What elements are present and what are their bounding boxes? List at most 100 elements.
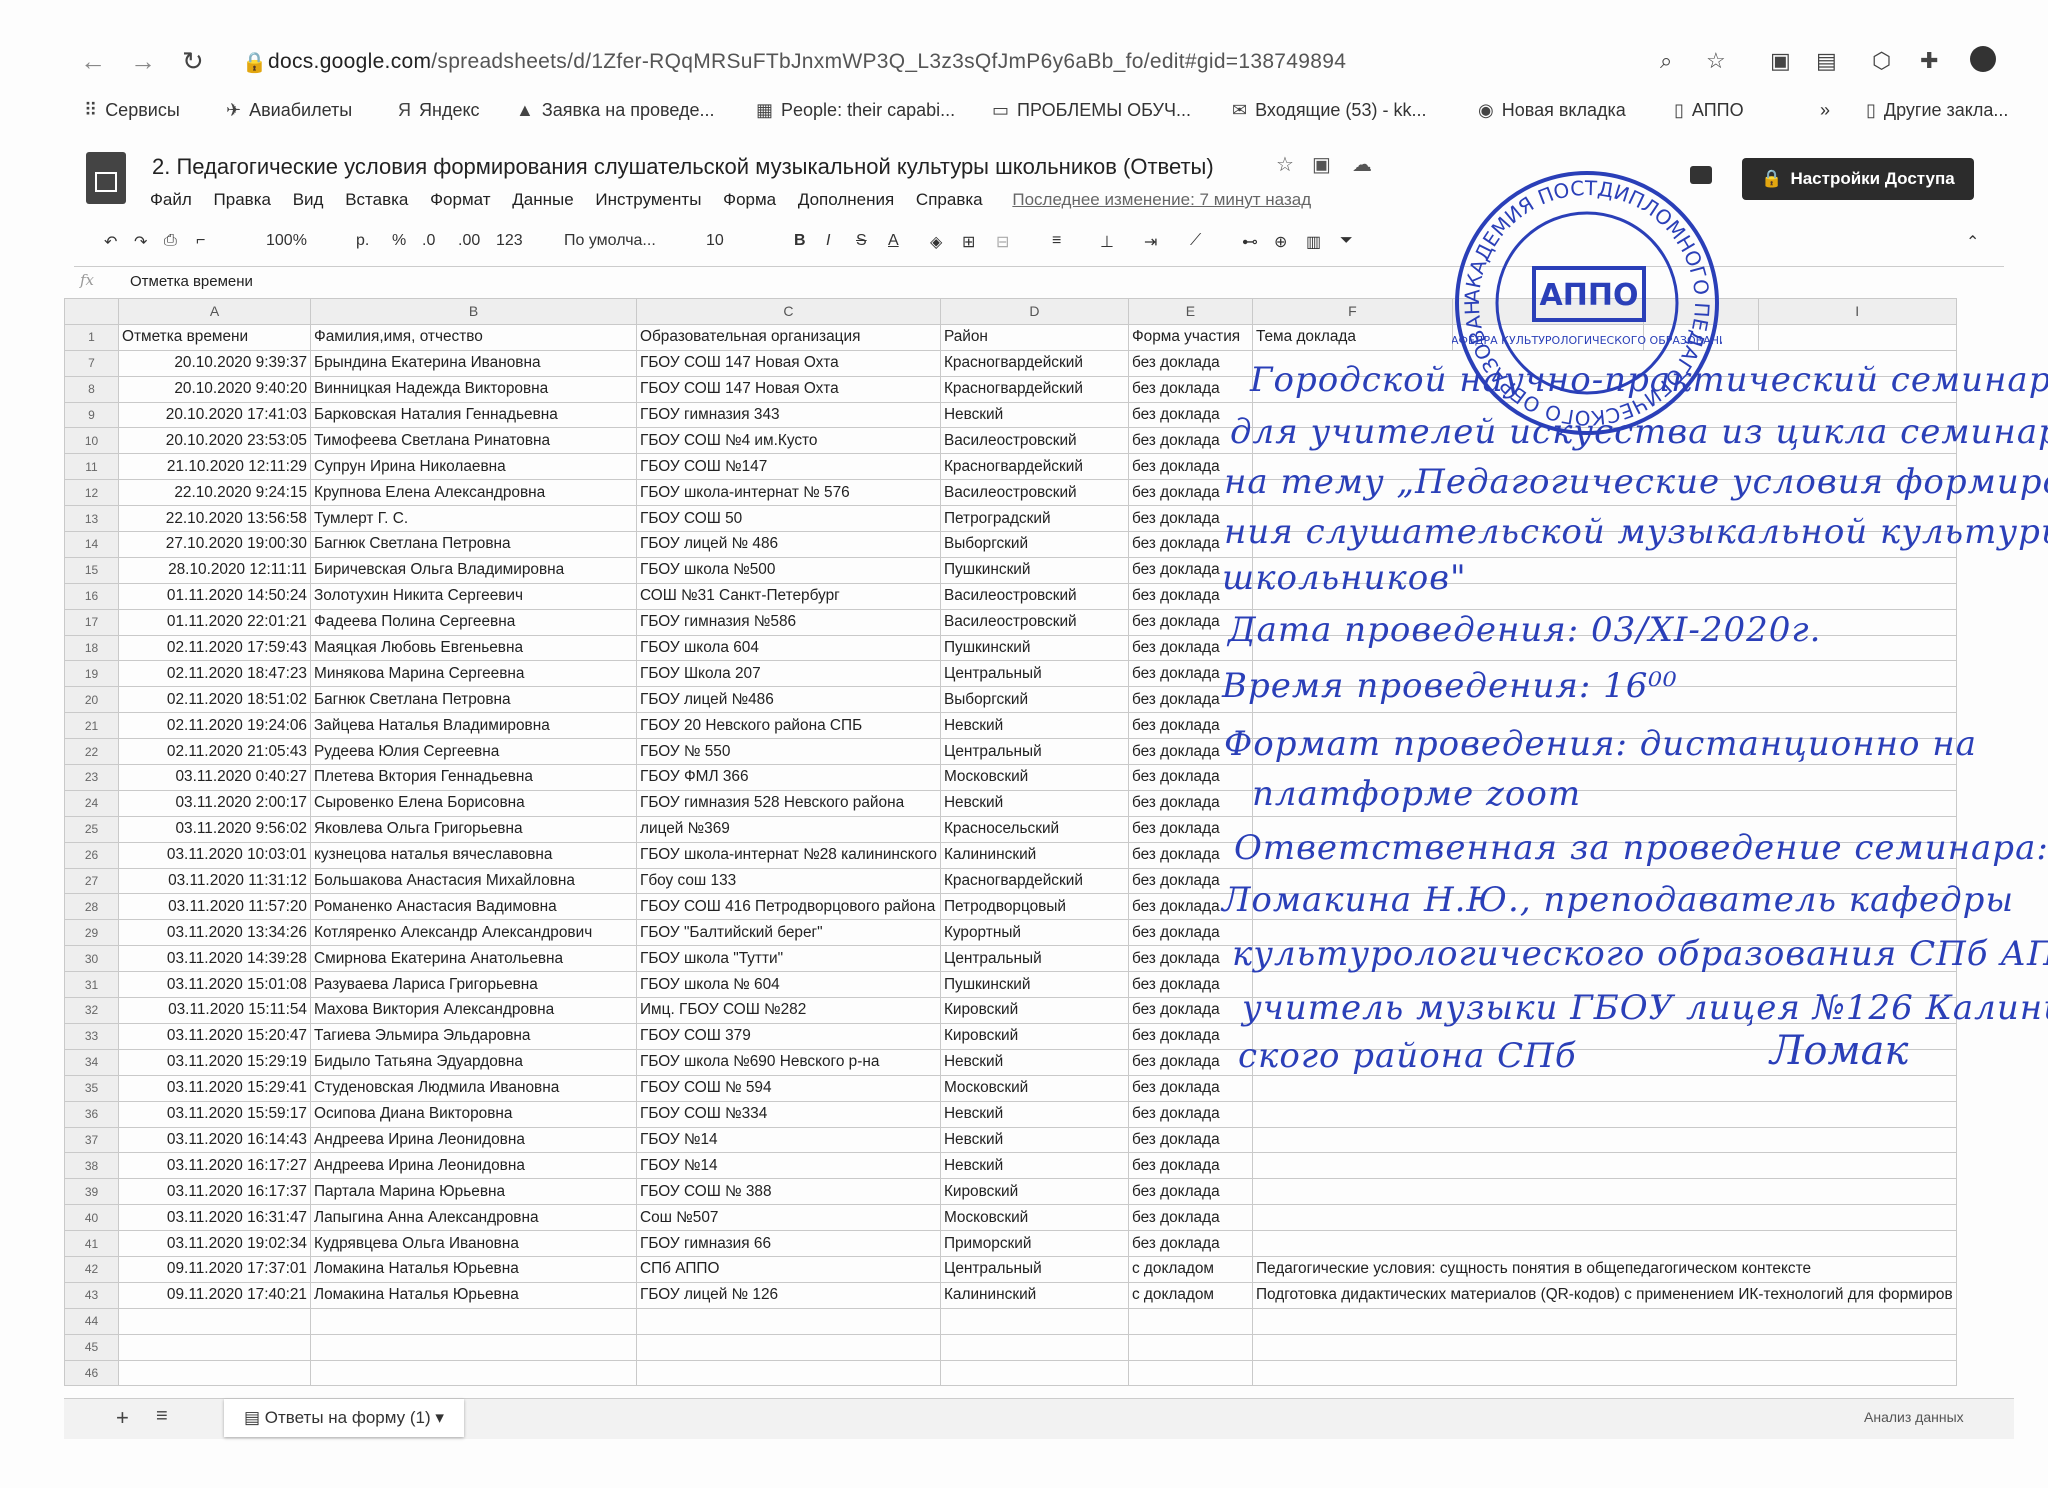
font-size-select[interactable]: 10 [706,232,724,250]
column-header[interactable]: D [939,298,1129,325]
menu-addons[interactable]: Дополнения [798,190,894,209]
topic-cell[interactable] [1251,1204,1957,1232]
menu-tools[interactable]: Инструменты [595,190,701,209]
timestamp-cell[interactable]: 28.10.2020 12:11:11 [118,556,311,584]
row-number[interactable]: 34 [64,1048,119,1076]
timestamp-cell[interactable]: 03.11.2020 10:03:01 [118,841,311,869]
organization-cell[interactable]: ГБОУ школа-интернат №28 калининского [636,841,941,869]
header-cell[interactable]: Форма участия [1127,323,1253,351]
organization-cell[interactable]: ГБОУ СОШ №147 [636,453,941,481]
row-number[interactable]: 41 [64,1230,119,1257]
name-cell[interactable]: Андреева Ирина Леонидовна [310,1126,637,1154]
participation-cell[interactable]: без доклада [1127,1178,1253,1206]
row-number[interactable]: 18 [64,634,119,662]
participation-cell[interactable]: без доклада [1127,997,1253,1024]
timestamp-cell[interactable]: 21.10.2020 12:11:29 [118,453,311,481]
row-number[interactable]: 22 [64,738,119,766]
font-select[interactable]: По умолча... [564,232,656,250]
insert-comment-icon[interactable]: ⊕ [1274,232,1287,252]
name-cell[interactable]: Яковлева Ольга Григорьевна [310,815,637,843]
organization-cell[interactable]: ГБОУ СОШ 147 Новая Охта [636,349,941,377]
timestamp-cell[interactable]: 03.11.2020 19:02:34 [118,1230,311,1257]
timestamp-cell[interactable]: 03.11.2020 15:20:47 [118,1022,311,1050]
organization-cell[interactable]: ГБОУ СОШ 50 [636,505,941,533]
all-sheets-icon[interactable]: ≡ [156,1405,168,1428]
participation-cell[interactable]: без доклада [1127,375,1253,403]
district-cell[interactable]: Петродворцовый [939,893,1129,921]
header-cell[interactable]: Образовательная организация [636,323,941,351]
fill-color-icon[interactable]: ◈ [930,232,942,252]
participation-cell[interactable]: с докладом [1127,1255,1253,1283]
star-icon[interactable]: ☆ [1276,152,1294,177]
name-cell[interactable]: Крупнова Елена Александровна [310,479,637,507]
timestamp-cell[interactable]: 27.10.2020 19:00:30 [118,531,311,558]
row-number[interactable]: 35 [64,1074,119,1102]
name-cell[interactable]: Маяцкая Любовь Евгеньевна [310,634,637,662]
participation-cell[interactable]: без доклада [1127,1230,1253,1257]
format-percent-button[interactable]: % [392,232,406,250]
sheet-tab[interactable]: ▤ Ответы на форму (1) ▾ [224,1399,464,1437]
organization-cell[interactable]: ГБОУ "Балтийский берег" [636,919,941,947]
district-cell[interactable] [939,1359,1129,1387]
row-number[interactable]: 42 [64,1255,119,1283]
organization-cell[interactable]: ГБОУ гимназия 343 [636,401,941,429]
topic-cell[interactable] [1251,1333,1957,1361]
back-icon[interactable]: ← [80,46,106,77]
horizontal-align-icon[interactable]: ≡ [1052,232,1061,250]
name-cell[interactable]: Котляренко Александр Александрович [310,919,637,947]
vertical-align-icon[interactable]: ⊥ [1100,232,1114,252]
organization-cell[interactable]: ГБОУ 20 Невского района СПБ [636,712,941,740]
row-number[interactable]: 38 [64,1152,119,1180]
avatar[interactable] [1970,46,1996,72]
district-cell[interactable]: Невский [939,1152,1129,1180]
name-cell[interactable]: Бидыло Татьяна Эдуардовна [310,1048,637,1076]
participation-cell[interactable]: без доклада [1127,971,1253,999]
name-cell[interactable]: Разуваева Лариса Григорьевна [310,971,637,999]
district-cell[interactable]: Выборгский [939,531,1129,558]
district-cell[interactable]: Кировский [939,1178,1129,1206]
extension-icon[interactable]: ⬡ [1872,48,1891,74]
row-number[interactable]: 13 [64,505,119,533]
row-number[interactable]: 45 [64,1333,119,1361]
participation-cell[interactable]: без доклада [1127,1074,1253,1102]
bookmark-item[interactable]: ◉ Новая вкладка [1478,100,1626,121]
row-number[interactable]: 44 [64,1307,119,1335]
row-number[interactable]: 28 [64,893,119,921]
row-number[interactable]: 10 [64,427,119,455]
timestamp-cell[interactable]: 03.11.2020 0:40:27 [118,764,311,791]
row-number[interactable]: 26 [64,841,119,869]
organization-cell[interactable] [636,1359,941,1387]
formula-value[interactable]: Отметка времени [130,273,253,290]
zoom-icon[interactable]: ⌕ [1660,48,1672,74]
name-cell[interactable]: Супрун Ирина Николаевна [310,453,637,481]
timestamp-cell[interactable]: 22.10.2020 9:24:15 [118,479,311,507]
header-cell[interactable]: Тема доклада [1251,323,1453,351]
timestamp-cell[interactable]: 03.11.2020 16:17:27 [118,1152,311,1180]
timestamp-cell[interactable]: 02.11.2020 18:47:23 [118,660,311,688]
name-cell[interactable]: Плетева Вктория Геннадьевна [310,764,637,791]
timestamp-cell[interactable]: 20.10.2020 9:40:20 [118,375,311,403]
row-number[interactable]: 46 [64,1359,119,1387]
organization-cell[interactable]: ГБОУ лицей №486 [636,686,941,714]
italic-icon[interactable]: I [826,232,830,250]
zoom-select[interactable]: 100% [266,232,307,250]
district-cell[interactable]: Пушкинский [939,971,1129,999]
organization-cell[interactable]: ГБОУ Школа 207 [636,660,941,688]
organization-cell[interactable]: ГБОУ школа №690 Невского р-на [636,1048,941,1076]
decrease-decimal-button[interactable]: .0 [422,232,435,250]
participation-cell[interactable]: без доклада [1127,1126,1253,1154]
name-cell[interactable]: Сыровенко Елена Борисовна [310,789,637,817]
organization-cell[interactable]: ГБОУ лицей № 126 [636,1281,941,1309]
topic-cell[interactable] [1251,1152,1957,1180]
name-cell[interactable]: Тагиева Эльмира Эльдаровна [310,1022,637,1050]
organization-cell[interactable]: ГБОУ СОШ 416 Петродворцового района [636,893,941,921]
document-title[interactable]: 2. Педагогические условия формирования с… [152,154,1214,180]
organization-cell[interactable]: ГБОУ лицей № 486 [636,531,941,558]
name-cell[interactable]: Рудеева Юлия Сергеевна [310,738,637,766]
name-cell[interactable]: Андреева Ирина Леонидовна [310,1152,637,1180]
district-cell[interactable]: Калининский [939,841,1129,869]
participation-cell[interactable]: без доклада [1127,1048,1253,1076]
timestamp-cell[interactable]: 03.11.2020 14:39:28 [118,945,311,973]
column-header[interactable]: F [1251,298,1453,325]
district-cell[interactable] [939,1307,1129,1335]
